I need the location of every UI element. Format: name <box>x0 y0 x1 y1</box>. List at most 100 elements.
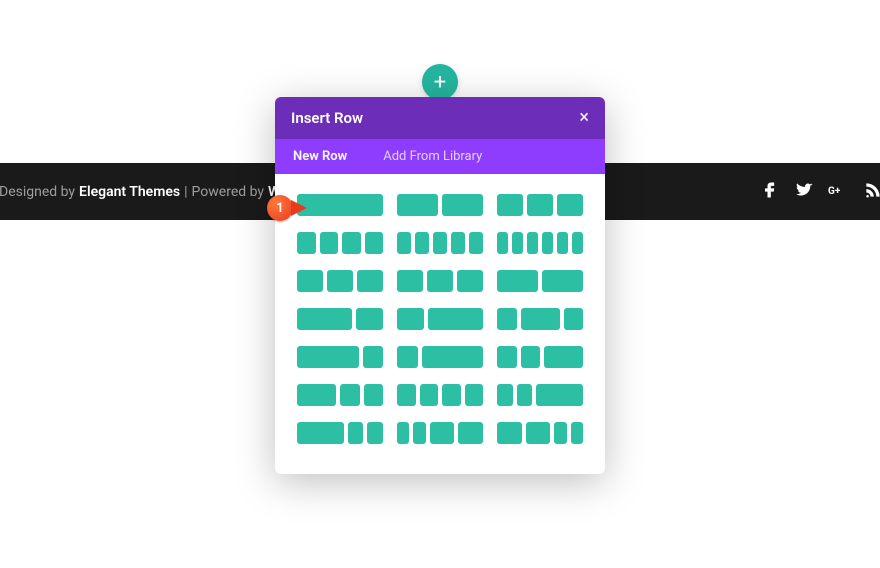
layout-option-15[interactable] <box>497 346 583 368</box>
layout-option-9[interactable] <box>497 270 583 292</box>
powered-prefix: Powered by <box>192 184 265 200</box>
layout-option-7[interactable] <box>297 270 383 292</box>
layout-col <box>497 194 523 216</box>
layout-option-10[interactable] <box>297 308 383 330</box>
layout-col <box>497 422 522 444</box>
layout-option-5[interactable] <box>397 232 483 254</box>
layout-option-11[interactable] <box>397 308 483 330</box>
layout-col <box>542 270 583 292</box>
layout-col <box>356 308 383 330</box>
modal-tabs: New Row Add From Library <box>275 139 605 174</box>
layout-col <box>451 232 465 254</box>
layout-col <box>327 270 353 292</box>
layout-option-4[interactable] <box>297 232 383 254</box>
layout-col <box>497 308 517 330</box>
layout-col <box>542 232 553 254</box>
layout-col <box>397 422 409 444</box>
tab-add-from-library[interactable]: Add From Library <box>365 139 500 174</box>
layout-option-1[interactable] <box>297 194 383 216</box>
layout-col <box>397 346 418 368</box>
layout-col <box>428 308 483 330</box>
layout-col <box>420 384 439 406</box>
layout-col <box>427 270 453 292</box>
annotation-marker: 1 <box>267 195 307 221</box>
separator: | <box>184 184 187 200</box>
layout-col <box>571 422 583 444</box>
annotation-index: 1 <box>267 195 293 221</box>
layout-col <box>497 384 513 406</box>
svg-text:G+: G+ <box>828 185 841 196</box>
plus-icon: + <box>434 70 446 95</box>
facebook-icon[interactable] <box>760 180 780 204</box>
layout-col <box>397 308 424 330</box>
layout-option-8[interactable] <box>397 270 483 292</box>
close-icon[interactable]: × <box>579 109 589 127</box>
layout-col <box>517 384 533 406</box>
layout-option-19[interactable] <box>297 422 383 444</box>
layout-col <box>497 232 508 254</box>
layout-option-16[interactable] <box>297 384 383 406</box>
insert-row-modal: Insert Row × New Row Add From Library <box>275 97 605 474</box>
layout-option-14[interactable] <box>397 346 483 368</box>
layout-col <box>297 308 352 330</box>
layout-col <box>521 308 560 330</box>
elegant-themes-link[interactable]: Elegant Themes <box>79 184 180 200</box>
layout-option-20[interactable] <box>397 422 483 444</box>
layout-col <box>297 346 359 368</box>
layout-col <box>365 232 384 254</box>
layout-col <box>342 232 361 254</box>
layout-col <box>458 422 483 444</box>
rss-icon[interactable] <box>862 180 880 204</box>
layout-col <box>430 422 455 444</box>
layout-col <box>297 194 383 216</box>
layout-col <box>442 194 483 216</box>
layout-col <box>544 346 583 368</box>
layout-col <box>397 270 423 292</box>
layout-col <box>557 232 568 254</box>
layout-option-6[interactable] <box>497 232 583 254</box>
layout-col <box>433 232 447 254</box>
layout-option-18[interactable] <box>497 384 583 406</box>
layout-col <box>297 384 336 406</box>
layout-col <box>572 232 583 254</box>
twitter-icon[interactable] <box>794 180 814 204</box>
layout-col <box>527 232 538 254</box>
layout-col <box>521 346 541 368</box>
layout-col <box>357 270 383 292</box>
layout-col <box>367 422 383 444</box>
googleplus-icon[interactable]: G+ <box>828 180 848 204</box>
layout-option-3[interactable] <box>497 194 583 216</box>
layout-col <box>413 422 425 444</box>
designed-prefix: Designed by <box>0 184 75 200</box>
layout-col <box>554 422 566 444</box>
layout-col <box>297 422 344 444</box>
layout-col <box>320 232 339 254</box>
tab-new-row[interactable]: New Row <box>275 139 365 174</box>
layout-col <box>512 232 523 254</box>
layout-option-17[interactable] <box>397 384 483 406</box>
layout-option-13[interactable] <box>297 346 383 368</box>
add-row-trigger[interactable]: + <box>422 64 458 100</box>
layout-option-2[interactable] <box>397 194 483 216</box>
layout-col <box>497 346 517 368</box>
layout-col <box>557 194 583 216</box>
layout-col <box>397 232 411 254</box>
layout-col <box>348 422 364 444</box>
layout-col <box>340 384 360 406</box>
layout-col <box>564 308 584 330</box>
layout-col <box>469 232 483 254</box>
layout-col <box>415 232 429 254</box>
modal-header: Insert Row × <box>275 97 605 139</box>
layout-col <box>497 270 538 292</box>
layout-col <box>536 384 583 406</box>
modal-title: Insert Row <box>291 109 363 127</box>
layout-grid <box>297 194 583 444</box>
layout-option-21[interactable] <box>497 422 583 444</box>
layout-col <box>297 232 316 254</box>
layout-col <box>397 384 416 406</box>
layout-option-12[interactable] <box>497 308 583 330</box>
layout-col <box>364 384 384 406</box>
layout-col <box>442 384 461 406</box>
social-icons: G+ <box>760 180 880 204</box>
layout-col <box>526 422 551 444</box>
